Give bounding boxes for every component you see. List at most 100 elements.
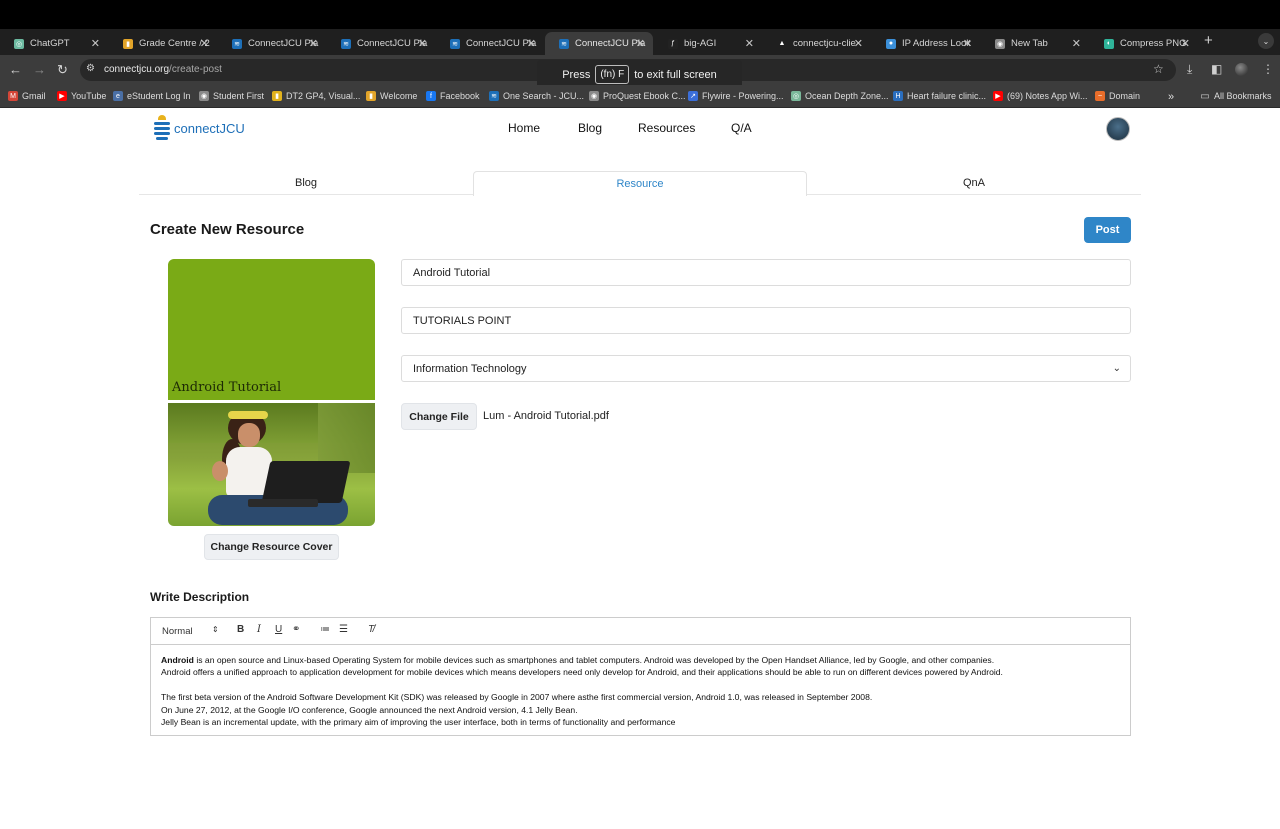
tab-close-icon[interactable]: ✕ xyxy=(1181,37,1190,50)
bookmark-label: Student First xyxy=(213,91,265,101)
tab-qna[interactable]: QnA xyxy=(807,171,1141,195)
browser-tab[interactable]: ● IP Address Look ✕ xyxy=(872,32,980,55)
browser-tab[interactable]: ≋ ConnectJCU Pla ✕ xyxy=(218,32,326,55)
tab-close-icon[interactable]: ✕ xyxy=(418,37,427,50)
forward-icon[interactable]: → xyxy=(33,62,46,77)
tab-search-icon[interactable]: ⌄ xyxy=(1258,33,1274,49)
bookmark-favicon: ◉ xyxy=(199,91,209,101)
nav-qa[interactable]: Q/A xyxy=(731,121,752,135)
tab-favicon: ● xyxy=(886,38,896,49)
bookmark-favicon: e xyxy=(113,91,123,101)
description-heading: Write Description xyxy=(150,590,250,604)
link-icon[interactable]: ⚭ xyxy=(292,624,300,635)
editor-paragraph: The first beta version of the Android So… xyxy=(161,692,873,703)
bookmark-label: Flywire - Powering... xyxy=(702,91,784,101)
bookmark-item[interactable]: ▮ DT2 GP4, Visual... xyxy=(272,91,360,101)
download-icon[interactable]: ⤓ xyxy=(1187,62,1192,77)
bookmark-favicon: ◉ xyxy=(589,91,599,101)
browser-tab[interactable]: ≋ ConnectJCU Pla ✕ xyxy=(436,32,544,55)
back-icon[interactable]: ← xyxy=(9,62,22,77)
bullet-list-icon[interactable]: ☰ xyxy=(339,624,348,635)
change-cover-button[interactable]: Change Resource Cover xyxy=(204,534,339,560)
tab-close-icon[interactable]: ✕ xyxy=(309,37,318,50)
bookmark-label: ProQuest Ebook C... xyxy=(603,91,686,101)
ordered-list-icon[interactable]: ≔ xyxy=(320,624,330,635)
editor-content[interactable]: Android is an open source and Linux-base… xyxy=(161,654,1121,728)
clear-format-icon[interactable]: T̸ xyxy=(368,624,374,635)
bookmark-favicon: ◎ xyxy=(791,91,801,101)
browser-tab[interactable]: ▮ Grade Centre / 2 ✕ xyxy=(109,32,217,55)
fullscreen-tip-press: Press xyxy=(562,68,591,81)
bookmark-item[interactable]: ◎ Ocean Depth Zone... xyxy=(791,91,889,101)
tab-close-icon[interactable]: ✕ xyxy=(200,37,209,50)
post-button[interactable]: Post xyxy=(1084,217,1131,243)
browser-tab[interactable]: ≋ ConnectJCU Pla ✕ xyxy=(545,32,653,55)
bookmark-item[interactable]: e eStudent Log In xyxy=(113,91,191,101)
editor-paragraph: Android offers a unified approach to app… xyxy=(161,667,1003,678)
tab-favicon: ◐ xyxy=(1104,38,1114,49)
more-bookmarks-icon[interactable]: » xyxy=(1168,91,1174,103)
tab-close-icon[interactable]: ✕ xyxy=(745,37,754,50)
bookmark-label: Heart failure clinic... xyxy=(907,91,987,101)
site-info-icon[interactable]: ⚙ xyxy=(86,63,98,75)
user-avatar[interactable] xyxy=(1106,117,1130,141)
side-panel-icon[interactable]: ◧ xyxy=(1211,62,1222,76)
logo-mark-icon xyxy=(153,115,171,141)
bookmark-item[interactable]: ◉ Student First xyxy=(199,91,264,101)
bookmark-favicon: ▮ xyxy=(272,91,282,101)
bold-icon[interactable]: B xyxy=(237,624,244,635)
bookmark-label: Facebook xyxy=(440,91,480,101)
italic-icon[interactable]: I xyxy=(257,624,261,635)
menu-kebab-icon[interactable]: ⋮ xyxy=(1262,62,1274,76)
browser-tab[interactable]: ◉ New Tab ✕ xyxy=(981,32,1089,55)
bookmark-item[interactable]: ▮ Welcome xyxy=(366,91,417,101)
browser-tab[interactable]: ≋ ConnectJCU Pla ✕ xyxy=(327,32,435,55)
title-input[interactable] xyxy=(401,259,1131,286)
tab-favicon: ▲ xyxy=(778,40,786,47)
bookmark-label: (69) Notes App Wi... xyxy=(1007,91,1088,101)
tab-close-icon[interactable]: ✕ xyxy=(854,37,863,50)
tab-favicon: ◉ xyxy=(995,38,1005,49)
format-select[interactable]: Normal ⇕ xyxy=(162,625,219,637)
browser-tab[interactable]: ƒ big-AGI ✕ xyxy=(654,32,762,55)
bookmark-item[interactable]: ▶ (69) Notes App Wi... xyxy=(993,91,1088,101)
category-select[interactable]: Information Technology ⌄ xyxy=(401,355,1131,382)
author-input[interactable] xyxy=(401,307,1131,334)
post-type-tabs: Blog Resource QnA xyxy=(139,171,1141,196)
browser-tab[interactable]: ◐ Compress PNG ✕ xyxy=(1090,32,1198,55)
profile-avatar[interactable] xyxy=(1235,63,1248,76)
tab-close-icon[interactable]: ✕ xyxy=(1072,37,1081,50)
underline-icon[interactable]: U xyxy=(275,624,282,635)
tab-close-icon[interactable]: ✕ xyxy=(91,37,100,50)
folder-icon: ▭ xyxy=(1200,90,1210,102)
nav-resources[interactable]: Resources xyxy=(638,121,695,135)
reload-icon[interactable]: ↻ xyxy=(57,62,68,78)
tab-close-icon[interactable]: ✕ xyxy=(636,37,645,50)
all-bookmarks[interactable]: ▭ All Bookmarks xyxy=(1200,90,1271,102)
bookmark-item[interactable]: ◉ ProQuest Ebook C... xyxy=(589,91,686,101)
url-path: /create-post xyxy=(169,64,222,75)
bookmark-item[interactable]: ≋ One Search - JCU... xyxy=(489,91,584,101)
browser-tab[interactable]: ▲ connectjcu-clie ✕ xyxy=(763,32,871,55)
bookmark-item[interactable]: ~ Domain xyxy=(1095,91,1140,101)
tab-resource[interactable]: Resource xyxy=(473,171,807,196)
url-text[interactable]: connectjcu.org/create-post xyxy=(104,64,222,75)
tab-blog[interactable]: Blog xyxy=(139,171,473,195)
site-logo[interactable]: connectJCU xyxy=(153,115,245,141)
bookmark-favicon: H xyxy=(893,91,903,101)
bookmark-star-icon[interactable]: ☆ xyxy=(1153,62,1164,76)
bookmark-item[interactable]: f Facebook xyxy=(426,91,480,101)
bookmark-item[interactable]: H Heart failure clinic... xyxy=(893,91,986,101)
tab-close-icon[interactable]: ✕ xyxy=(527,37,536,50)
nav-blog[interactable]: Blog xyxy=(578,121,602,135)
bookmark-favicon: f xyxy=(426,91,436,101)
browser-tab[interactable]: ◎ ChatGPT ✕ xyxy=(0,32,108,55)
bookmark-item[interactable]: ↗ Flywire - Powering... xyxy=(688,91,784,101)
page-title: Create New Resource xyxy=(150,221,305,238)
tab-close-icon[interactable]: ✕ xyxy=(963,37,972,50)
bookmark-item[interactable]: ▶ YouTube xyxy=(57,91,106,101)
nav-home[interactable]: Home xyxy=(508,121,540,135)
change-file-button[interactable]: Change File xyxy=(401,403,477,430)
bookmark-item[interactable]: M Gmail xyxy=(8,91,46,101)
new-tab-icon[interactable]: + xyxy=(1204,32,1213,49)
